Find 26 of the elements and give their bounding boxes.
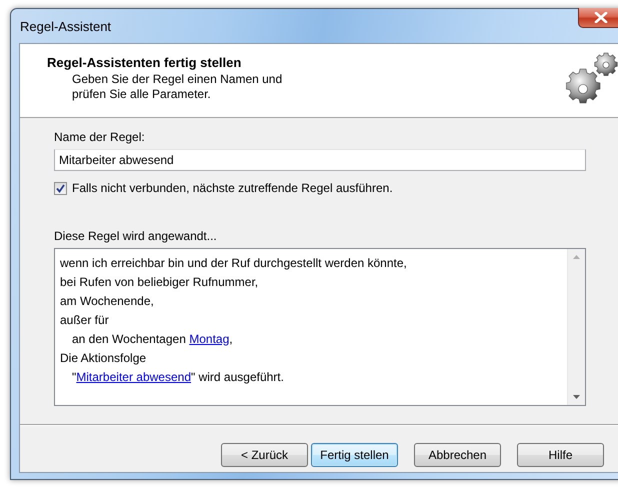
summary-line: wenn ich erreichbar bin und der Ruf durchgestellt werden könnte, (60, 254, 408, 272)
header-subtitle-line: Geben Sie der Regel einen Namen und (72, 72, 282, 87)
rule-name-field[interactable]: Mitarbeiter abwesend (54, 149, 586, 171)
help-button[interactable]: Hilfe (517, 443, 604, 467)
close-button[interactable] (578, 8, 618, 28)
summary-line: Die Aktionsfolge (60, 350, 148, 366)
finish-button[interactable]: Fertig stellen (311, 443, 398, 467)
summary-line: außer für (60, 312, 110, 328)
summary-label: Diese Regel wird angewandt... (54, 229, 218, 244)
window-title: Regel-Assistent (19, 18, 112, 34)
checkbox-label: Falls nicht verbunden, nächste zutreffende Regel ausführen. (72, 181, 393, 195)
header-title: Regel-Assistenten fertig stellen (47, 55, 242, 70)
back-button[interactable]: < Zurück (221, 443, 308, 467)
summary-line: "Mitarbeiter abwesend" wird ausgeführt. (71, 368, 285, 386)
summary-line: an den Wochentagen Montag, (71, 330, 234, 348)
checkbox[interactable] (54, 182, 67, 194)
summary-link[interactable]: Mitarbeiter abwesend (76, 370, 191, 384)
scrollbar[interactable] (567, 249, 585, 405)
cancel-button[interactable]: Abbrechen (414, 443, 501, 467)
scroll-down-icon[interactable] (573, 395, 580, 399)
header-subtitle-line: prüfen Sie alle Parameter. (72, 87, 212, 102)
summary-line: bei Rufen von beliebiger Rufnummer, (60, 274, 260, 290)
field-label: Name der Regel: (54, 130, 146, 145)
close-icon (594, 12, 608, 23)
summary-line: am Wochenende, (60, 292, 155, 310)
summary-link[interactable]: Montag (189, 332, 230, 346)
